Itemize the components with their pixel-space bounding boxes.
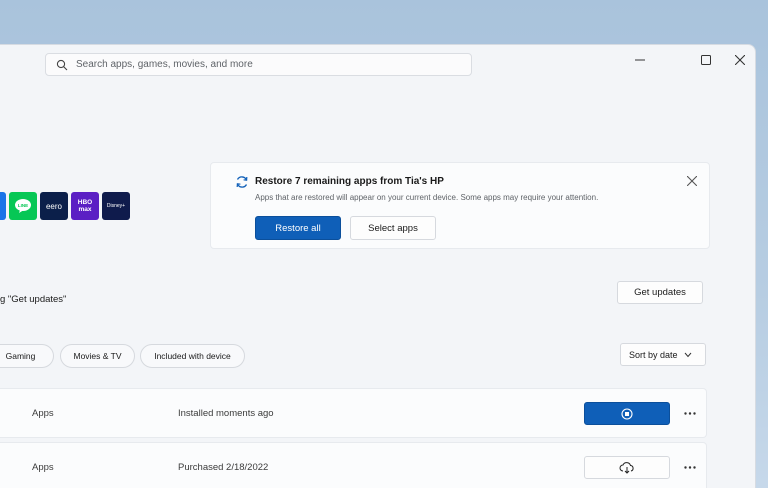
restore-banner: Restore 7 remaining apps from Tia's HP A… [210,162,710,249]
app-tile-disney-plus[interactable]: Disney+ [102,192,130,220]
stop-install-button[interactable] [584,402,670,425]
restore-all-button[interactable]: Restore all [255,216,341,240]
sort-label: Sort by date [629,349,678,360]
dismiss-banner-button[interactable] [686,173,701,187]
close-window-button[interactable] [724,47,755,73]
store-window: LINE eero HBO max Disney+ Restore 7 rema… [0,44,756,488]
title-bar [0,45,755,81]
updates-hint-text: g "Get updates" [0,294,67,305]
maximize-icon [701,55,711,65]
restore-banner-title: Restore 7 remaining apps from Tia's HP [255,176,444,187]
cloud-download-icon [619,461,634,474]
app-tile-hbo-max[interactable]: HBO max [71,192,99,220]
filter-chip-movies-tv[interactable]: Movies & TV [60,344,135,368]
download-button[interactable] [584,456,670,479]
row-status: Installed moments ago [178,408,274,419]
chevron-down-icon [684,352,691,357]
app-tile-partial[interactable] [0,192,6,220]
library-row: Apps Installed moments ago [0,388,707,438]
more-icon [684,411,696,415]
filter-chip-included-with-device[interactable]: Included with device [140,344,245,368]
app-tile-line[interactable]: LINE [9,192,37,220]
library-row: Apps Purchased 2/18/2022 [0,442,707,488]
restorable-app-tiles: LINE eero HBO max Disney+ [0,192,130,220]
stop-icon [621,407,633,420]
minimize-button[interactable] [624,47,656,73]
restore-banner-description: Apps that are restored will appear on yo… [255,193,599,202]
search-input[interactable] [76,59,456,70]
sort-dropdown[interactable]: Sort by date [620,343,706,366]
select-apps-button[interactable]: Select apps [350,216,436,240]
search-box[interactable] [45,53,472,76]
more-options-button[interactable] [682,406,698,420]
maximize-button[interactable] [690,47,722,73]
get-updates-button[interactable]: Get updates [617,281,703,304]
search-icon [56,59,68,70]
row-status: Purchased 2/18/2022 [178,462,269,473]
close-icon [735,55,745,65]
filter-chip-gaming[interactable]: Gaming [0,344,54,368]
more-icon [684,465,696,469]
close-icon [686,175,698,187]
row-category: Apps [32,408,54,419]
row-category: Apps [32,462,54,473]
svg-text:LINE: LINE [18,203,28,208]
app-tile-eero[interactable]: eero [40,192,68,220]
sync-icon [236,176,248,188]
minimize-icon [635,59,645,61]
line-logo-icon: LINE [15,199,31,213]
more-options-button[interactable] [682,460,698,474]
